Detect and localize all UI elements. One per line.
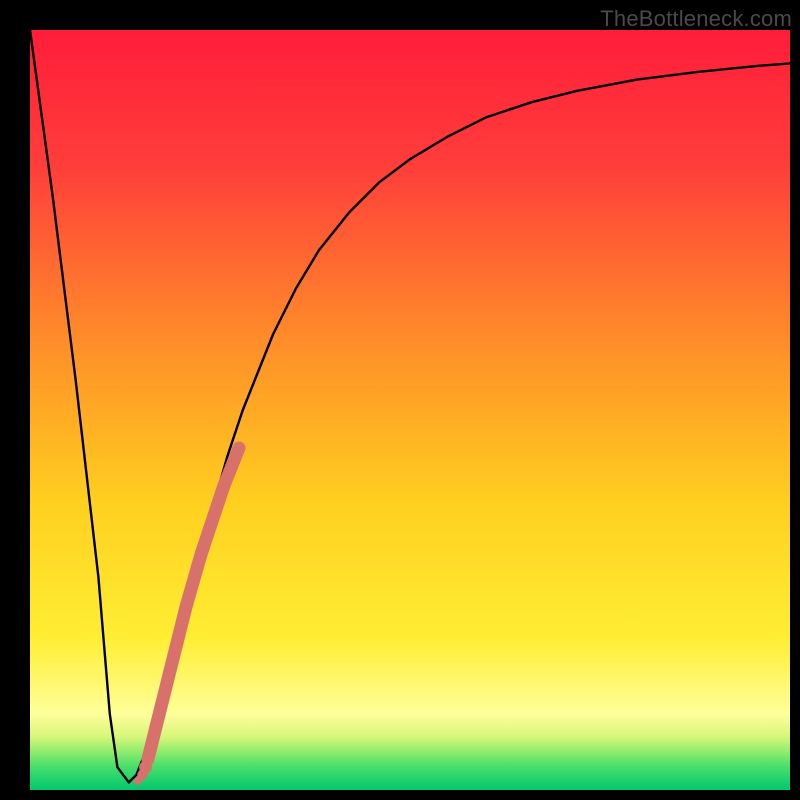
chart-frame: TheBottleneck.com	[0, 0, 800, 800]
watermark-text: TheBottleneck.com	[600, 6, 792, 32]
curve-layer	[30, 30, 790, 790]
plot-area	[30, 30, 790, 790]
highlight-segment	[148, 448, 239, 760]
highlight-dot	[139, 761, 152, 774]
bottleneck-curve	[30, 30, 790, 782]
